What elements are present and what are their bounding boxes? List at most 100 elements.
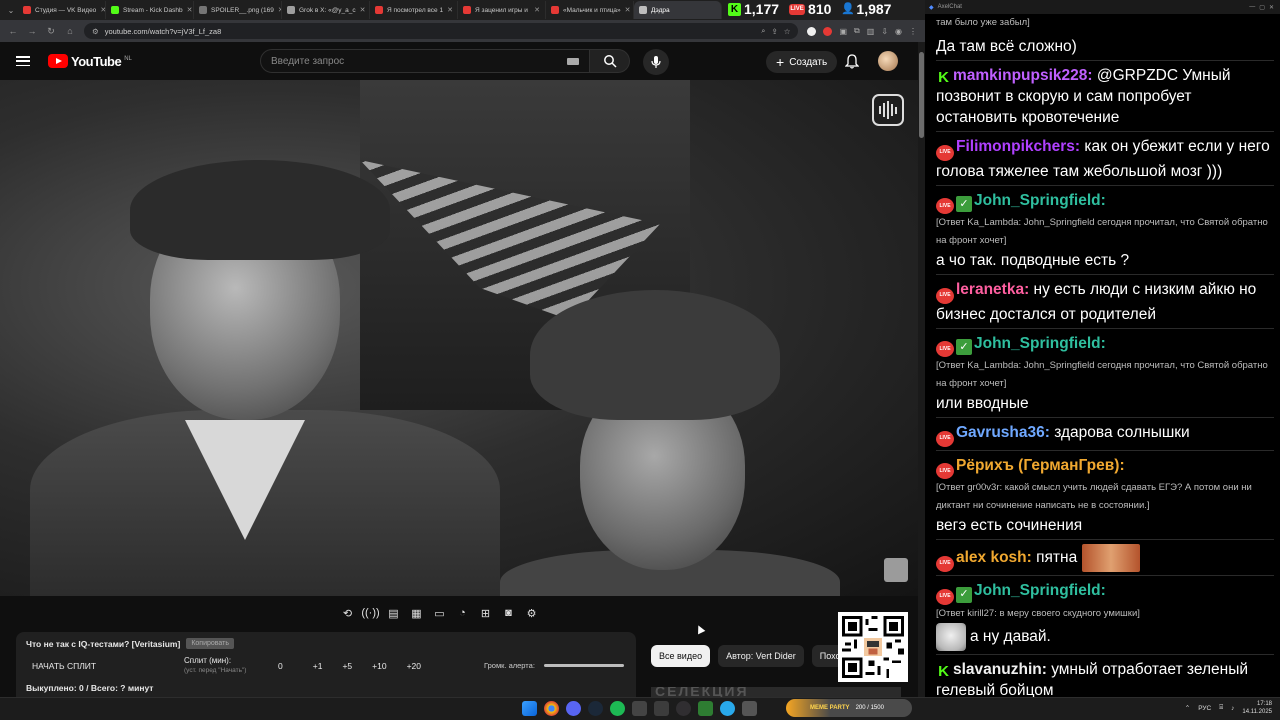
extension-icon[interactable] [823,26,833,36]
miniplayer-icon[interactable] [884,558,908,582]
search-button[interactable] [590,49,630,73]
site-info-icon[interactable]: ⚙ [92,27,99,36]
app-icon[interactable] [632,701,647,716]
clock[interactable]: 17:18 14.11.2025 [1242,700,1272,716]
chip-author[interactable]: Автор: Vert Dider [718,645,804,667]
chat-username[interactable]: mamkinpupsik228: [953,67,1093,84]
extension-icon[interactable]: ▣ [839,27,847,36]
windows-start-icon[interactable] [522,701,537,716]
meme-party-widget[interactable]: MEME PARTY 200 / 1500 [786,699,912,717]
tab-title: Grok в X: «@y_a_c [299,6,356,14]
split-plus-10-button[interactable]: +10 [372,661,386,671]
chat-username[interactable]: John_Springfield: [974,192,1106,209]
tab-search-icon[interactable]: ⌄ [4,6,18,15]
related-video-thumbnail[interactable]: СЕЛЕКЦИЯ [651,687,901,697]
voice-search-button[interactable] [643,49,669,75]
obs-icon[interactable] [676,701,691,716]
address-bar[interactable]: ⚙ youtube.com/watch?v=jV3f_Lf_za8 ⌕ ⇪ ☆ [84,23,799,39]
scrollbar-thumb[interactable] [919,52,924,138]
menu-kebab-icon[interactable]: ⋮ [909,27,917,36]
volume-icon[interactable]: ♪ [1231,705,1234,712]
browser-tab-active[interactable]: Дэдра [634,1,722,19]
keyboard-icon[interactable] [567,57,579,65]
screenshot-camera-icon[interactable]: ◙ [501,606,516,620]
chat-message: LIVE Рёрихъ (ГерманГрев): [Ответ gr00v3r:… [936,451,1274,540]
search-input[interactable]: Введите запрос [260,49,590,73]
reload-icon[interactable]: ↻ [46,26,56,37]
extensions-puzzle-icon[interactable]: ⧉ [854,26,860,36]
app-icon[interactable] [698,701,713,716]
youtube-logo[interactable]: YouTube NL [48,54,132,69]
profile-icon[interactable]: ◉ [895,27,902,36]
split-plus-5-button[interactable]: +5 [342,661,352,671]
home-icon[interactable]: ⌂ [65,26,75,36]
chat-username[interactable]: alex kosh: [956,549,1032,566]
chat-username[interactable]: slavanuzhin: [953,661,1047,678]
browser-tab[interactable]: Grok в X: «@y_a_c ✕ [282,1,370,19]
close-icon[interactable]: ✕ [1269,4,1274,11]
browser-tab[interactable]: Я посмотрел все 1 ✕ [370,1,458,19]
split-plus-20-button[interactable]: +20 [407,661,421,671]
tab-close-icon[interactable]: ✕ [534,6,540,14]
notifications-button[interactable] [844,54,860,74]
tab-close-icon[interactable]: ✕ [625,6,631,14]
alert-volume-slider[interactable] [544,664,624,667]
browser-tab[interactable]: Я заценил игры и ✕ [458,1,546,19]
chat-feed[interactable]: там было уже забыл] Да там всё сложно) K… [925,14,1280,697]
speedometer-icon[interactable]: ◔ [455,606,470,620]
settings-gear-icon[interactable]: ⚙ [524,606,539,620]
chat-username[interactable]: John_Springfield: [974,335,1106,352]
chat-username[interactable]: Рёрихъ (ГерманГрев): [956,457,1125,474]
picture-in-picture-icon[interactable]: ▭ [432,606,447,620]
chat-username[interactable]: Filimonpikchers: [956,138,1080,155]
zoom-icon[interactable]: ⌕ [761,26,765,36]
telegram-icon[interactable] [720,701,735,716]
account-avatar[interactable] [878,51,898,71]
split-plus-1-button[interactable]: +1 [313,661,323,671]
loop-icon[interactable]: ⟲ [340,606,355,620]
input-language[interactable]: РУС [1198,705,1211,712]
chrome-icon[interactable] [544,701,559,716]
app-icon[interactable] [654,701,669,716]
spotify-icon[interactable] [610,701,625,716]
browser-tab[interactable]: SPOILER__.png (169✕ [194,1,282,19]
clapperboard-icon[interactable]: ▦ [409,606,424,620]
bookmark-star-icon[interactable]: ☆ [784,27,791,36]
back-icon[interactable]: ← [8,26,18,36]
steam-icon[interactable] [588,701,603,716]
browser-toolbar: ← → ↻ ⌂ ⚙ youtube.com/watch?v=jV3f_Lf_za… [0,20,925,42]
browser-tab[interactable]: Stream - Kick Dashb ✕ [106,1,194,19]
app-icon[interactable] [742,701,757,716]
forward-icon[interactable]: → [27,26,37,36]
start-split-button[interactable]: НАЧАТЬ СПЛИТ [32,661,96,671]
tab-close-icon[interactable]: ✕ [187,6,193,14]
hamburger-menu-icon[interactable] [16,56,30,66]
minimize-icon[interactable]: — [1249,4,1255,10]
create-button[interactable]: + Создать [766,51,838,73]
sidebar-icon[interactable]: ▥ [867,27,875,36]
add-to-queue-icon[interactable]: ⊞ [478,606,493,620]
video-player[interactable] [0,80,918,596]
share-icon[interactable]: ⇪ [771,27,777,36]
tray-chevron-icon[interactable]: ⌃ [1185,704,1190,712]
chat-username[interactable]: Gavrusha36: [956,424,1050,441]
audio-visualizer-icon[interactable] [872,94,904,126]
chip-all-videos[interactable]: Все видео [651,645,711,667]
discord-icon[interactable] [566,701,581,716]
copy-button[interactable]: Копировать [186,638,235,649]
tab-close-icon[interactable]: ✕ [447,6,453,14]
maximize-icon[interactable]: ▢ [1259,4,1265,11]
chat-username[interactable]: leranetka: [956,281,1029,298]
checkmark-badge-icon: ✓ [956,196,972,212]
tab-close-icon[interactable]: ✕ [360,6,366,14]
chat-username[interactable]: John_Springfield: [974,582,1106,599]
network-icon[interactable]: ⌸ [1219,704,1223,712]
extension-icon[interactable] [807,26,817,36]
broadcast-icon[interactable]: ((·)) [361,606,379,620]
page-scrollbar[interactable] [918,42,925,697]
subtitles-settings-icon[interactable]: ▤ [386,606,401,620]
download-icon[interactable]: ⇩ [881,27,888,36]
browser-tab[interactable]: «Мальчик и птица» ✕ [546,1,634,19]
related-filter-chips: Все видео Автор: Vert Dider Похожие [651,645,846,667]
browser-tab[interactable]: Студия — VK Видео ✕ [18,1,106,19]
